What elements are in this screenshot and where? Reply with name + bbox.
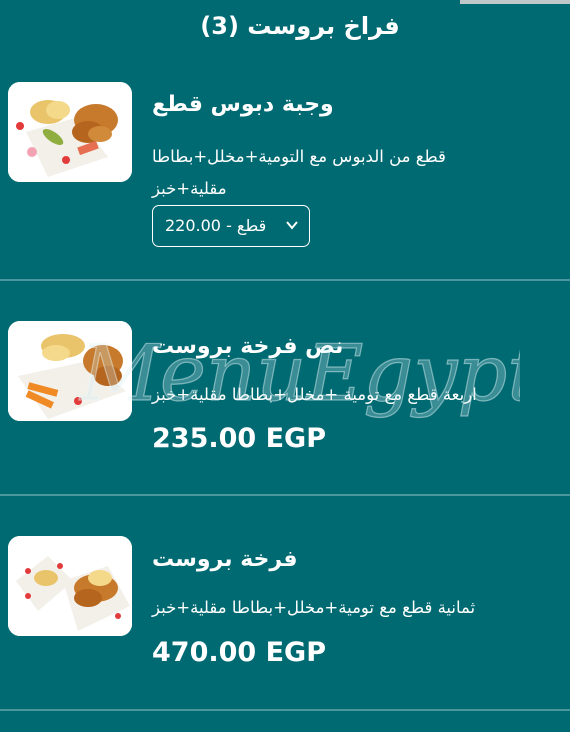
section-title: فراخ بروست (3) <box>200 12 400 40</box>
item-image-2[interactable] <box>8 321 132 421</box>
fried-chicken-plate-icon <box>8 82 132 182</box>
item-description: قطع من الدبوس مع التومية+مخلل+بطاطا <box>152 147 446 166</box>
item-price: 470.00 EGP <box>152 637 326 668</box>
item-price: 235.00 EGP <box>152 423 326 454</box>
fried-chicken-plate-icon <box>8 321 132 421</box>
item-description: اربعة قطع مع تومية +مخلل+بطاطا مقلية+خبز <box>152 385 477 404</box>
divider <box>0 709 570 711</box>
item-description-line2: مقلية+خبز <box>152 179 227 198</box>
item-text-2: نص فرخة بروست اربعة قطع مع تومية +مخلل+ب… <box>152 332 552 410</box>
chevron-down-icon <box>286 221 298 230</box>
divider <box>0 279 570 281</box>
divider <box>0 494 570 496</box>
item-name[interactable]: فرخة بروست <box>152 545 552 575</box>
top-strip <box>460 0 570 4</box>
item-name[interactable]: وجبة دبوس قطع <box>152 90 552 120</box>
item-description: ثمانية قطع مع تومية+مخلل+بطاطا مقلية+خبز <box>152 598 476 617</box>
item-text-3: فرخة بروست ثمانية قطع مع تومية+مخلل+بطاط… <box>152 545 552 623</box>
item-image-3[interactable] <box>8 536 132 636</box>
item-image-1[interactable] <box>8 82 132 182</box>
item-text-1: وجبة دبوس قطع قطع من الدبوس مع التومية+م… <box>152 90 552 204</box>
fried-chicken-plate-icon <box>8 536 132 636</box>
item-name[interactable]: نص فرخة بروست <box>152 332 552 362</box>
size-price-select[interactable]: قطع - 220.00 <box>152 205 310 247</box>
size-price-select-value: قطع - 220.00 <box>165 216 267 235</box>
